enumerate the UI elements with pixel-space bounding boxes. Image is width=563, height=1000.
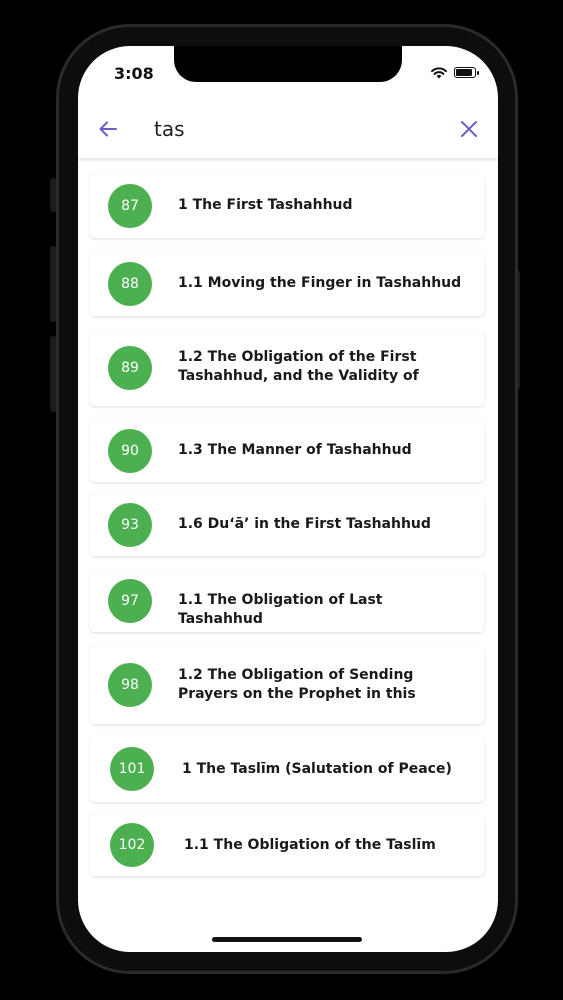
home-indicator[interactable] (212, 937, 362, 942)
battery-icon (454, 67, 479, 78)
list-item[interactable]: 93 1.6 Du‘ā’ in the First Tashahhud (90, 494, 484, 556)
item-title: 1 The Taslīm (Salutation of Peace) (182, 761, 452, 777)
list-item[interactable]: 98 1.2 The Obligation of Sending Prayers… (90, 646, 484, 724)
list-item[interactable]: 88 1.1 Moving the Finger in Tashahhud (90, 252, 484, 316)
close-icon[interactable] (456, 116, 482, 142)
item-title: 1.2 The Obligation of the First Tashahhu… (178, 349, 419, 384)
app-screen: 3:08 87 1 The First Tashahhud (78, 46, 498, 952)
back-arrow-icon[interactable] (94, 115, 122, 143)
number-badge: 93 (108, 503, 152, 547)
status-icons (430, 66, 479, 79)
list-item[interactable]: 97 1.1 The Obligation of Last Tashahhud (90, 570, 484, 632)
notch (174, 46, 402, 82)
list-item[interactable]: 90 1.3 The Manner of Tashahhud (90, 420, 484, 482)
item-title: 1.1 The Obligation of the Taslīm (184, 837, 436, 853)
item-title: 1.6 Du‘ā’ in the First Tashahhud (178, 516, 431, 532)
item-title: 1.3 The Manner of Tashahhud (178, 442, 412, 458)
device-mockup: 3:08 87 1 The First Tashahhud (0, 0, 563, 1000)
wifi-icon (431, 67, 447, 79)
list-item[interactable]: 102 1.1 The Obligation of the Taslīm (90, 814, 484, 876)
item-title: 1.2 The Obligation of Sending Prayers on… (178, 667, 416, 702)
number-badge: 98 (108, 663, 152, 707)
number-badge: 97 (108, 579, 152, 623)
item-title: 1 The First Tashahhud (178, 197, 353, 213)
item-title: 1.1 The Obligation of Last Tashahhud (178, 592, 383, 627)
list-item[interactable]: 101 1 The Taslīm (Salutation of Peace) (90, 736, 484, 802)
search-input[interactable] (154, 112, 424, 146)
list-item[interactable]: 87 1 The First Tashahhud (90, 174, 484, 238)
number-badge: 101 (110, 747, 154, 791)
list-item[interactable]: 89 1.2 The Obligation of the First Tasha… (90, 330, 484, 406)
number-badge: 89 (108, 346, 152, 390)
status-time: 3:08 (114, 64, 154, 83)
item-title: 1.1 Moving the Finger in Tashahhud (178, 275, 462, 291)
number-badge: 102 (110, 823, 154, 867)
number-badge: 90 (108, 429, 152, 473)
number-badge: 87 (108, 184, 152, 228)
number-badge: 88 (108, 262, 152, 306)
search-bar (78, 100, 498, 158)
